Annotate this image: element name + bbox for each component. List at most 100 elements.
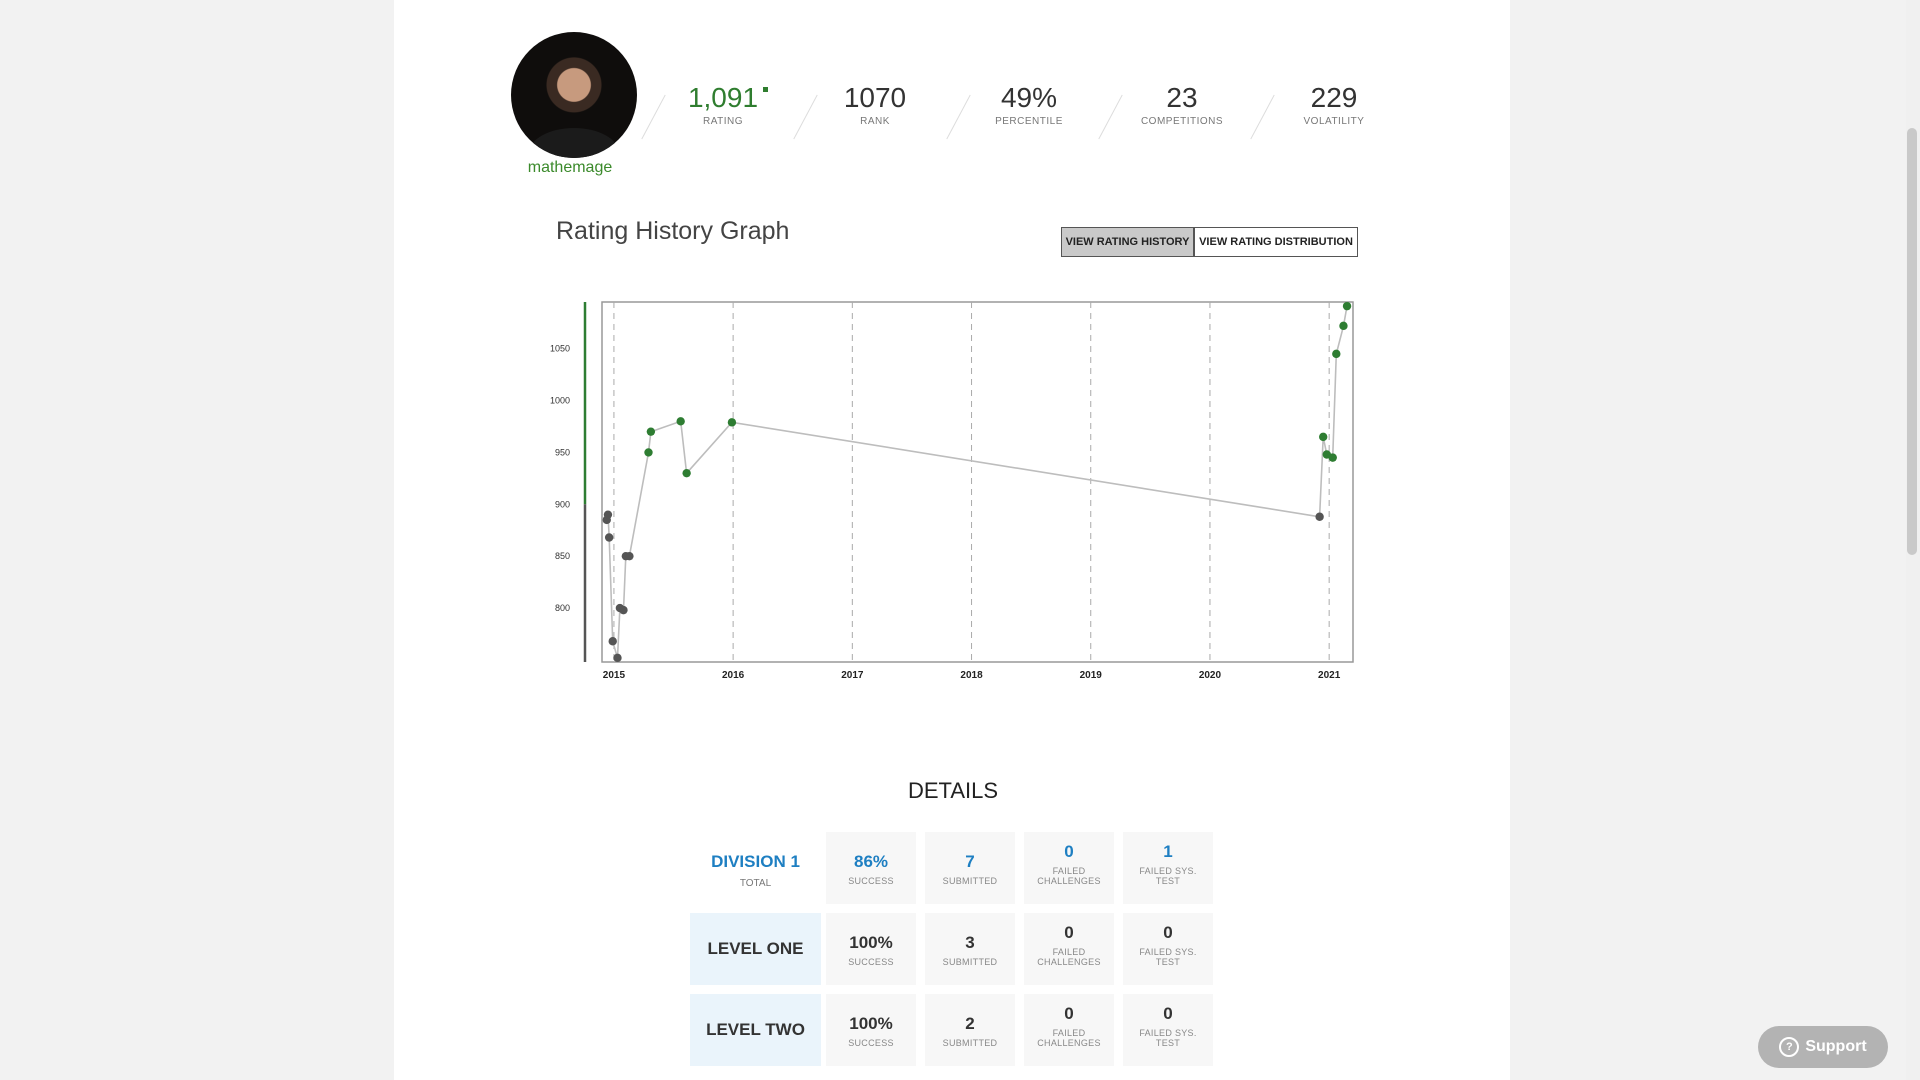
cell-label-line: SUBMITTED <box>942 876 998 886</box>
cell-value: 1 <box>1163 842 1173 861</box>
support-label: Support <box>1805 1038 1867 1055</box>
stat-volatility-value: 229 <box>1310 82 1358 113</box>
data-point <box>619 605 628 615</box>
cell-label: FAILED SYS. TEST <box>1123 866 1213 886</box>
stat-rank-label: RANK <box>860 116 890 127</box>
cell-label-line: FAILED <box>1052 866 1086 876</box>
cell-label: FAILED SYS. TEST <box>1123 1028 1213 1048</box>
cell-submitted: 2 SUBMITTED <box>925 994 1015 1066</box>
cell-label-line: SUBMITTED <box>942 957 998 967</box>
cell-label: SUBMITTED <box>925 1038 1015 1048</box>
cell-value: 0 <box>1064 923 1074 942</box>
x-tick-label: 2021 <box>1318 670 1341 681</box>
stat-percentile: 49% PERCENTILE <box>964 82 1094 127</box>
scrollbar-thumb[interactable] <box>1907 128 1917 555</box>
cell-label: SUBMITTED <box>925 876 1015 886</box>
stat-competitions-value: 23 <box>1166 82 1198 113</box>
y-tick-label: 850 <box>555 551 570 561</box>
cell-failed-challenges: 0 FAILED CHALLENGES <box>1024 913 1114 985</box>
cell-label: SUCCESS <box>826 876 916 886</box>
cell-label-line: SUCCESS <box>848 1038 894 1048</box>
row-title-cell: DIVISION 1 TOTAL <box>690 832 821 904</box>
data-point <box>1339 321 1348 331</box>
cell-value: 100% <box>849 1014 893 1033</box>
stat-percentile-value: 49% <box>1000 82 1058 113</box>
x-tick-label: 2017 <box>841 670 864 681</box>
cell-value: 0 <box>1163 923 1173 942</box>
cell-label-line: FAILED <box>1052 947 1086 957</box>
cell-success: 100% SUCCESS <box>826 994 916 1066</box>
cell-label: FAILED CHALLENGES <box>1024 1028 1114 1048</box>
x-tick-label: 2018 <box>960 670 983 681</box>
stat-rating-value: 1,091 <box>687 82 759 113</box>
view-rating-history-button[interactable]: VIEW RATING HISTORY <box>1061 227 1194 257</box>
cell-success: 100% SUCCESS <box>826 913 916 985</box>
data-point <box>1328 453 1337 462</box>
data-point <box>727 418 737 427</box>
data-point <box>1332 349 1341 359</box>
y-tick-label: 1000 <box>550 396 570 406</box>
cell-label-line: TEST <box>1155 1038 1181 1048</box>
x-tick-label: 2019 <box>1080 670 1103 681</box>
cell-value: 2 <box>965 1014 975 1033</box>
data-point <box>1342 301 1352 311</box>
cell-value: 86% <box>853 852 889 871</box>
cell-value: 100% <box>849 933 893 952</box>
avatar <box>511 32 637 158</box>
help-icon: ? <box>1779 1037 1800 1057</box>
cell-value: 0 <box>1163 1004 1173 1023</box>
cell-label: SUCCESS <box>826 1038 916 1048</box>
y-tick-label: 1050 <box>550 344 570 354</box>
stat-volatility: 229 VOLATILITY <box>1269 82 1399 127</box>
x-tick-label: 2016 <box>722 670 745 681</box>
data-point <box>676 417 685 426</box>
graph-title: Rating History Graph <box>556 217 790 245</box>
cell-label: FAILED SYS. TEST <box>1123 947 1213 967</box>
details-title: DETAILS <box>907 778 999 803</box>
data-point <box>613 653 622 663</box>
stat-percentile-label: PERCENTILE <box>995 116 1063 127</box>
view-rating-distribution-button[interactable]: VIEW RATING DISTRIBUTION <box>1194 227 1358 257</box>
data-point <box>644 448 653 457</box>
cell-value: 0 <box>1064 1004 1074 1023</box>
plot-area <box>601 301 1354 663</box>
data-point <box>682 468 691 478</box>
cell-submitted: 3 SUBMITTED <box>925 913 1015 985</box>
scrollbar[interactable] <box>1906 0 1920 1080</box>
row-title: LEVEL ONE <box>707 939 804 958</box>
cell-label-line: SUCCESS <box>848 876 894 886</box>
support-button[interactable]: ? Support <box>1758 1026 1888 1068</box>
cell-label-line: CHALLENGES <box>1037 1038 1101 1048</box>
row-title: DIVISION 1 <box>711 852 800 871</box>
cell-label-line: TEST <box>1155 957 1181 967</box>
cell-label-line: FAILED <box>1052 1028 1086 1038</box>
y-tick-label: 950 <box>555 447 570 457</box>
cell-success: 86% SUCCESS <box>826 832 916 904</box>
stat-competitions-label: COMPETITIONS <box>1140 116 1224 127</box>
cell-label-line: CHALLENGES <box>1037 957 1101 967</box>
y-tick-label: 800 <box>555 603 570 613</box>
cell-label-line: FAILED SYS. <box>1139 866 1197 876</box>
cell-label-line: FAILED SYS. <box>1139 1028 1197 1038</box>
cell-value: 7 <box>965 852 975 871</box>
cell-label-line: CHALLENGES <box>1037 876 1101 886</box>
cell-label: SUBMITTED <box>925 957 1015 967</box>
stat-rating: 1,091 RATING <box>658 82 788 127</box>
data-point <box>1315 512 1324 521</box>
cell-value: 3 <box>965 933 975 952</box>
username[interactable]: mathemage <box>500 159 640 177</box>
cell-failed-sys: 0 FAILED SYS. TEST <box>1123 913 1213 985</box>
data-point <box>625 551 634 561</box>
stat-competitions: 23 COMPETITIONS <box>1117 82 1247 127</box>
row-title: LEVEL TWO <box>706 1020 805 1039</box>
cell-label: FAILED CHALLENGES <box>1024 866 1114 886</box>
data-point <box>646 427 656 436</box>
data-point <box>1318 432 1328 442</box>
cell-failed-challenges: 0 FAILED CHALLENGES <box>1024 832 1114 904</box>
cell-label-line: SUCCESS <box>848 957 894 967</box>
cell-label: FAILED CHALLENGES <box>1024 947 1114 967</box>
data-point <box>604 533 614 542</box>
stat-volatility-label: VOLATILITY <box>1303 116 1365 127</box>
cell-label: SUCCESS <box>826 957 916 967</box>
cell-failed-sys: 0 FAILED SYS. TEST <box>1123 994 1213 1066</box>
